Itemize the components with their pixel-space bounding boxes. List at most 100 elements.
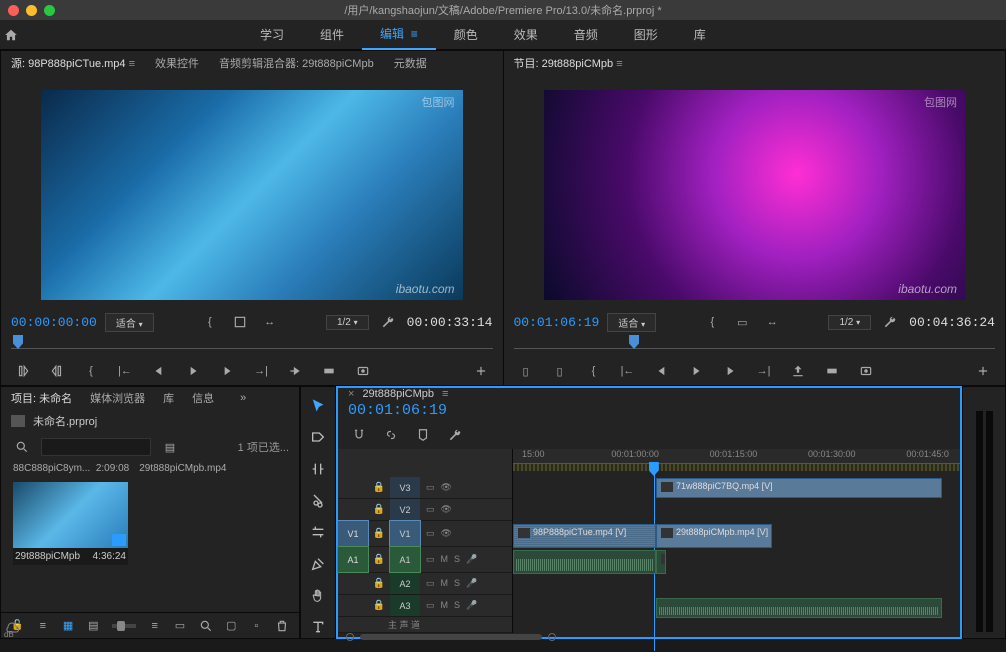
p-go-to-in-icon[interactable]: |← (616, 361, 640, 381)
library-tab[interactable]: 库 (163, 390, 174, 406)
icon-view-icon[interactable]: ▦ (61, 616, 74, 636)
a3-voice-icon[interactable]: 🎤 (466, 600, 477, 611)
clip-v1-1[interactable]: 98P888piCTue.mp4 [V] (513, 524, 656, 548)
p-mark-out-icon[interactable]: ▯ (548, 361, 572, 381)
program-compare-icon[interactable]: ↔ (761, 312, 783, 332)
v1-lock-icon[interactable]: 🔒 (368, 524, 390, 544)
program-ruler[interactable] (514, 335, 996, 357)
find-icon[interactable] (199, 616, 213, 636)
ripple-edit-tool-icon[interactable] (306, 458, 330, 480)
pen-tool-icon[interactable] (306, 553, 330, 575)
program-zoom-select[interactable]: 1/2 ▾ (828, 315, 871, 330)
a3-lock-icon[interactable]: 🔒 (368, 596, 390, 616)
tl-marker-icon[interactable] (412, 425, 434, 445)
razor-tool-icon[interactable] (306, 490, 330, 512)
v3-output-icon[interactable]: ▭ (426, 482, 435, 493)
tl-zoom-out-handle[interactable] (346, 633, 354, 641)
source-compare-icon[interactable]: ↔ (259, 312, 281, 332)
track-a1[interactable]: A1 (390, 547, 420, 572)
go-to-in-icon[interactable]: |← (113, 361, 137, 381)
v1-output-icon[interactable]: ▭ (426, 528, 435, 539)
program-timecode-in[interactable]: 00:01:06:19 (514, 315, 600, 330)
a2-mute[interactable]: M (441, 578, 449, 589)
step-forward-icon[interactable] (215, 361, 239, 381)
effect-controls-tab[interactable]: 效果控件 (155, 55, 199, 71)
mark-clip-icon[interactable]: { (79, 361, 103, 381)
source-wrench-icon[interactable] (377, 312, 399, 332)
bin-item-2[interactable]: 29t888piCMpb.mp4 (139, 463, 226, 474)
source-brace-left-icon[interactable]: { (199, 312, 221, 332)
overwrite-icon[interactable] (317, 361, 341, 381)
selection-tool-icon[interactable] (306, 395, 330, 417)
audio-clip-mixer-tab[interactable]: 音频剪辑混合器: 29t888piCMpb (219, 55, 374, 71)
p-export-frame-icon[interactable] (854, 361, 878, 381)
workspace-tab-effects[interactable]: 效果 (496, 20, 556, 50)
a1-source-patch[interactable]: A1 (338, 547, 368, 572)
workspace-tab-library[interactable]: 库 (676, 20, 724, 50)
track-select-tool-icon[interactable] (306, 427, 330, 449)
mark-in-icon[interactable] (11, 361, 35, 381)
p-extract-icon[interactable] (820, 361, 844, 381)
freeform-view-icon[interactable]: ▤ (87, 616, 100, 636)
track-a2[interactable]: A2 (390, 573, 420, 594)
slip-tool-icon[interactable] (306, 522, 330, 544)
timeline-close-icon[interactable]: × (348, 388, 354, 400)
window-minimize-button[interactable] (26, 5, 37, 16)
program-fit-select[interactable]: 适合 ▾ (607, 313, 656, 332)
source-ruler[interactable] (11, 335, 493, 357)
project-tabs-overflow-icon[interactable]: » (232, 388, 254, 408)
sequence-name[interactable]: 29t888piCMpb (362, 388, 434, 400)
new-bin-icon[interactable]: ▢ (225, 616, 238, 636)
project-clip-thumbnail[interactable]: 29t888piCMpb 4:36:24 (13, 482, 128, 565)
new-item-icon[interactable]: ▫ (250, 616, 263, 636)
p-lift-icon[interactable] (786, 361, 810, 381)
source-fit-select[interactable]: 适合 ▾ (105, 313, 154, 332)
project-search-input[interactable] (41, 438, 151, 456)
program-brace-left-icon[interactable]: { (701, 312, 723, 332)
source-zoom-select[interactable]: 1/2 ▾ (326, 315, 369, 330)
a1-mute[interactable]: M (441, 554, 449, 565)
play-icon[interactable] (181, 361, 205, 381)
creative-cloud-icon[interactable] (4, 622, 20, 637)
thumbnail-size-slider[interactable] (112, 624, 136, 628)
source-tab[interactable]: 源: 98P888piCTue.mp4 ≡ (11, 55, 135, 71)
source-add-button-icon[interactable] (469, 361, 493, 381)
type-tool-icon[interactable] (306, 616, 330, 638)
export-frame-icon[interactable] (351, 361, 375, 381)
v1-source-patch[interactable]: V1 (338, 521, 368, 546)
program-settings-icon[interactable]: ▭ (731, 312, 753, 332)
workspace-tab-color[interactable]: 颜色 (436, 20, 496, 50)
clip-v1-2[interactable]: 29t888piCMpb.mp4 [V] (656, 524, 772, 548)
tl-zoom-in-handle[interactable] (548, 633, 556, 641)
a2-output-icon[interactable]: ▭ (426, 578, 435, 589)
p-step-back-icon[interactable] (650, 361, 674, 381)
window-zoom-button[interactable] (44, 5, 55, 16)
step-back-icon[interactable] (147, 361, 171, 381)
workspace-tab-graphics[interactable]: 图形 (616, 20, 676, 50)
p-play-icon[interactable] (684, 361, 708, 381)
tl-snap-icon[interactable] (348, 425, 370, 445)
info-tab[interactable]: 信息 (192, 390, 214, 406)
p-go-to-out-icon[interactable]: →| (752, 361, 776, 381)
program-monitor-video[interactable]: 包图网 ibaotu.com (544, 90, 966, 300)
a3-mute[interactable]: M (441, 600, 449, 611)
a1-solo[interactable]: S (454, 554, 460, 565)
workspace-overflow-button[interactable] (734, 20, 762, 40)
workspace-tab-editing[interactable]: 编辑 ≡ (362, 20, 436, 50)
p-mark-in-icon[interactable]: ▯ (514, 361, 538, 381)
workspace-tab-audio[interactable]: 音频 (556, 20, 616, 50)
mark-out-icon[interactable] (45, 361, 69, 381)
source-settings-icon[interactable] (229, 312, 251, 332)
hand-tool-icon[interactable] (306, 585, 330, 607)
a3-solo[interactable]: S (454, 600, 460, 611)
track-v1[interactable]: V1 (390, 521, 420, 546)
a3-output-icon[interactable]: ▭ (426, 600, 435, 611)
list-view-icon[interactable]: ≡ (36, 616, 49, 636)
project-tab[interactable]: 项目: 未命名 (11, 390, 72, 406)
a1-lock-icon[interactable]: 🔒 (368, 550, 390, 570)
program-wrench-icon[interactable] (879, 312, 901, 332)
trash-icon[interactable] (275, 616, 289, 636)
v3-lock-icon[interactable]: 🔒 (368, 478, 390, 498)
track-v3[interactable]: V3 (390, 477, 420, 498)
clip-v3[interactable]: 71w888piC7BQ.mp4 [V] (656, 478, 942, 498)
